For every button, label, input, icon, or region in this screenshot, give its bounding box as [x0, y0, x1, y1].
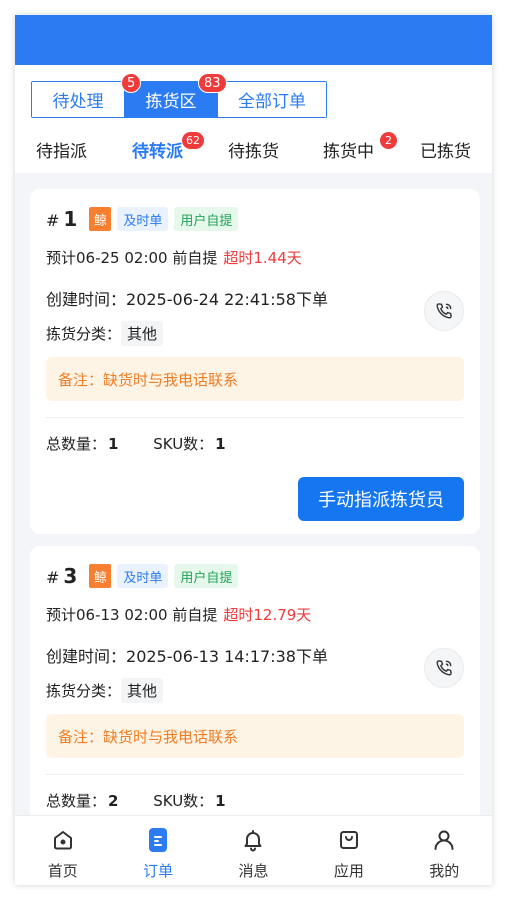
pick-category: 拣货分类： 其他 — [46, 678, 164, 703]
order-number: #3 — [46, 564, 77, 588]
overdue-text: 超时1.44天 — [223, 249, 302, 267]
sku-label: SKU数： — [153, 435, 214, 453]
pickup-time: 预计06-13 02:00 前自提 超时12.79天 — [46, 604, 311, 625]
subtab-label: 已拣货 — [420, 141, 471, 162]
sku-label: SKU数： — [153, 792, 214, 810]
tab-apps[interactable]: 应用 — [301, 816, 396, 885]
subtab-picked[interactable]: 已拣货 — [420, 137, 471, 162]
pickup-text: 预计06-13 02:00 前自提 — [46, 606, 218, 624]
hash-symbol: # — [46, 211, 60, 230]
call-button[interactable] — [424, 291, 464, 331]
created-time: 创建时间：2025-06-24 22:41:58下单 — [46, 286, 328, 310]
order-number-value: 3 — [63, 564, 78, 588]
created-value: 2025-06-24 22:41:58下单 — [126, 290, 328, 309]
call-button[interactable] — [424, 648, 464, 688]
platform-tag: 鲸 — [89, 207, 112, 231]
segment-pending[interactable]: 待处理 — [32, 82, 125, 117]
tab-label: 我的 — [429, 862, 460, 880]
instant-order-tag: 及时单 — [117, 207, 169, 231]
status-subtabs: 待指派 待转派 62 待拣货 拣货中 2 已拣货 — [15, 131, 492, 167]
sku-value: 1 — [215, 435, 226, 453]
order-number: #1 — [46, 207, 77, 231]
user-icon — [430, 826, 458, 854]
tab-profile[interactable]: 我的 — [397, 816, 492, 885]
subtab-label: 拣货中 — [323, 141, 374, 162]
created-value: 2025-06-13 14:17:38下单 — [126, 647, 328, 666]
total-value: 2 — [108, 792, 119, 810]
tab-label: 消息 — [238, 862, 269, 880]
order-icon — [144, 826, 172, 854]
home-icon — [49, 826, 77, 854]
tab-label: 应用 — [333, 862, 364, 880]
phone-screen: 待处理 拣货区 5 全部订单 83 待指派 待转派 62 待拣货 拣货中 2 已… — [15, 15, 492, 885]
bell-icon — [239, 826, 267, 854]
subtab-to-assign[interactable]: 待指派 — [36, 137, 87, 162]
count-badge: 5 — [121, 73, 142, 93]
order-number-value: 1 — [63, 207, 78, 231]
order-header: #1 鲸 及时单 用户自提 — [46, 207, 239, 231]
self-pickup-tag: 用户自提 — [174, 207, 239, 231]
bottom-tab-bar: 首页 订单 消息 应用 我的 — [15, 815, 492, 885]
pickup-text: 预计06-25 02:00 前自提 — [46, 249, 218, 267]
segment-label: 全部订单 — [238, 92, 306, 112]
total-value: 1 — [108, 435, 119, 453]
segment-label: 拣货区 — [145, 92, 197, 112]
subtab-label: 待指派 — [36, 141, 87, 162]
phone-icon — [436, 303, 452, 319]
count-badge: 2 — [380, 131, 397, 149]
tab-orders[interactable]: 订单 — [110, 816, 205, 885]
hash-symbol: # — [46, 568, 60, 587]
manual-assign-picker-button[interactable]: 手动指派拣货员 — [298, 477, 464, 521]
status-bar — [15, 15, 492, 65]
subtab-label: 待转派 — [132, 141, 183, 162]
category-chip: 其他 — [121, 678, 164, 703]
segment-all-orders[interactable]: 全部订单 83 — [198, 73, 326, 117]
tab-label: 订单 — [143, 862, 174, 880]
count-badge: 62 — [182, 131, 204, 149]
count-badge: 83 — [198, 73, 227, 93]
subtab-to-pick[interactable]: 待拣货 — [228, 137, 279, 162]
order-header: #3 鲸 及时单 用户自提 — [46, 564, 239, 588]
self-pickup-tag: 用户自提 — [174, 564, 239, 588]
tab-label: 首页 — [47, 862, 78, 880]
subtab-label: 待拣货 — [228, 141, 279, 162]
divider — [46, 774, 464, 775]
phone-icon — [436, 660, 452, 676]
created-label: 创建时间： — [46, 647, 127, 666]
bag-icon — [335, 826, 363, 854]
subtab-picking[interactable]: 拣货中 2 — [323, 131, 397, 162]
tab-home[interactable]: 首页 — [15, 816, 110, 885]
category-label: 拣货分类： — [46, 682, 122, 700]
created-label: 创建时间： — [46, 290, 127, 309]
header-tabs: 待处理 拣货区 5 全部订单 83 待指派 待转派 62 待拣货 拣货中 2 已… — [15, 65, 492, 173]
category-label: 拣货分类： — [46, 325, 122, 343]
order-remark: 备注：缺货时与我电话联系 — [46, 357, 464, 401]
subtab-to-reassign[interactable]: 待转派 62 — [132, 131, 204, 162]
order-totals: 总数量： 2 SKU数： 1 — [46, 790, 226, 811]
instant-order-tag: 及时单 — [117, 564, 169, 588]
pick-category: 拣货分类： 其他 — [46, 321, 164, 346]
divider — [46, 417, 464, 418]
sku-value: 1 — [215, 792, 226, 810]
overdue-text: 超时12.79天 — [223, 606, 312, 624]
segment-control: 待处理 拣货区 5 全部订单 83 — [31, 73, 327, 118]
tab-messages[interactable]: 消息 — [206, 816, 301, 885]
category-chip: 其他 — [121, 321, 164, 346]
created-time: 创建时间：2025-06-13 14:17:38下单 — [46, 643, 328, 667]
pickup-time: 预计06-25 02:00 前自提 超时1.44天 — [46, 247, 302, 268]
order-remark: 备注：缺货时与我电话联系 — [46, 714, 464, 758]
platform-tag: 鲸 — [89, 564, 112, 588]
total-label: 总数量： — [46, 792, 107, 810]
total-label: 总数量： — [46, 435, 107, 453]
order-totals: 总数量： 1 SKU数： 1 — [46, 433, 226, 454]
order-card[interactable]: #1 鲸 及时单 用户自提 预计06-25 02:00 前自提 超时1.44天 创… — [30, 189, 480, 534]
segment-label: 待处理 — [52, 92, 104, 112]
